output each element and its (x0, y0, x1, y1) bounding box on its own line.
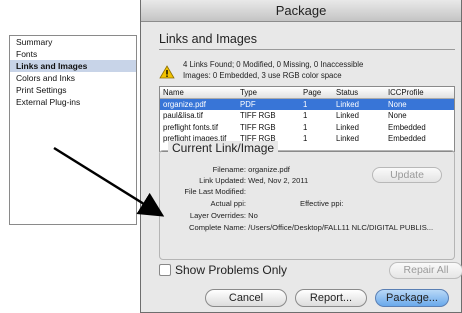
table-row[interactable]: paul&lisa.tif TIFF RGB 1 Linked None (160, 110, 454, 122)
show-problems-label[interactable]: Show Problems Only (175, 263, 287, 277)
sidebar-item-fonts[interactable]: Fonts (10, 48, 136, 60)
images-summary-text: Images: 0 Embedded, 3 use RGB color spac… (183, 70, 342, 80)
dialog-title: Package (141, 0, 461, 22)
filename-label: Filename: (212, 165, 246, 174)
show-problems-checkbox[interactable] (159, 264, 171, 276)
effective-ppi-row: Effective ppi: (300, 199, 420, 209)
link-updated-row: Link Updated: Wed, Nov 2, 2011 (166, 176, 366, 186)
warning-icon (159, 65, 175, 79)
filename-row: Filename: organize.pdf (166, 165, 366, 175)
cell-status: Linked (336, 134, 359, 143)
layer-overrides-value: No (248, 211, 258, 220)
table-row[interactable]: preflight fonts.tif TIFF RGB 1 Linked Em… (160, 122, 454, 134)
last-modified-label: File Last Modified: (184, 187, 246, 196)
cell-status: Linked (336, 99, 359, 109)
cell-icc: Embedded (388, 134, 426, 143)
section-title: Links and Images (159, 32, 455, 50)
sidebar-item-summary[interactable]: Summary (10, 36, 136, 48)
last-modified-row: File Last Modified: (166, 187, 366, 197)
link-updated-value: Wed, Nov 2, 2011 (248, 176, 309, 185)
cell-page: 1 (303, 99, 308, 109)
report-button[interactable]: Report... (295, 289, 367, 307)
filename-value: organize.pdf (248, 165, 290, 174)
options-row: Show Problems Only Repair All (159, 262, 462, 280)
complete-name-value: /Users/Office/Desktop/FALL11 NLC/DIGITAL… (248, 223, 434, 232)
header-page[interactable]: Page (303, 87, 336, 98)
layer-overrides-label: Layer Overrides: (189, 211, 246, 220)
current-link-legend: Current Link/Image (168, 141, 279, 155)
complete-name-row: Complete Name: /Users/Office/Desktop/FAL… (166, 223, 454, 233)
header-name[interactable]: Name (160, 87, 240, 98)
cancel-button[interactable]: Cancel (205, 289, 287, 307)
repair-all-button[interactable]: Repair All (389, 262, 462, 279)
cell-type: PDF (240, 99, 256, 109)
cell-name: organize.pdf (163, 99, 206, 109)
cell-status: Linked (336, 122, 359, 132)
links-summary: 4 Links Found; 0 Modified, 0 Missing, 0 … (159, 60, 455, 81)
cell-icc: None (388, 111, 407, 120)
cell-page: 1 (303, 122, 308, 132)
package-dialog: Package Summary Fonts Links and Images C… (9, 0, 462, 313)
package-button[interactable]: Package... (375, 289, 449, 307)
update-button[interactable]: Update (372, 167, 442, 183)
link-updated-label: Link Updated: (199, 176, 246, 185)
cell-type: TIFF RGB (240, 122, 276, 132)
cell-icc: Embedded (388, 122, 426, 132)
complete-name-label: Complete Name: (189, 223, 246, 232)
links-found-text: 4 Links Found; 0 Modified, 0 Missing, 0 … (183, 60, 364, 69)
cell-status: Linked (336, 111, 359, 120)
sidebar-item-external-plugins[interactable]: External Plug-ins (10, 96, 136, 108)
cell-page: 1 (303, 134, 308, 143)
header-status[interactable]: Status (336, 87, 388, 98)
cell-name: paul&lisa.tif (163, 111, 203, 120)
sidebar-item-print-settings[interactable]: Print Settings (10, 84, 136, 96)
actual-ppi-label: Actual ppi: (210, 199, 246, 208)
header-iccprofile[interactable]: ICCProfile (388, 87, 454, 98)
effective-ppi-label: Effective ppi: (300, 199, 344, 208)
current-link-group: Current Link/Image Filename: organize.pd… (159, 141, 455, 260)
cell-type: TIFF RGB (240, 111, 276, 120)
cell-name: preflight fonts.tif (163, 122, 219, 132)
links-images-panel: Links and Images 4 Links Found; 0 Modifi… (159, 32, 455, 260)
sidebar-item-links-and-images[interactable]: Links and Images (10, 60, 136, 72)
package-sidebar: Summary Fonts Links and Images Colors an… (9, 35, 137, 225)
cell-page: 1 (303, 111, 308, 120)
cell-icc: None (388, 99, 407, 109)
table-row[interactable]: organize.pdf PDF 1 Linked None (160, 98, 454, 110)
header-type[interactable]: Type (240, 87, 303, 98)
sidebar-item-colors-and-inks[interactable]: Colors and Inks (10, 72, 136, 84)
layer-overrides-row: Layer Overrides: No (166, 211, 366, 221)
table-header: Name Type Page Status ICCProfile (160, 87, 454, 99)
